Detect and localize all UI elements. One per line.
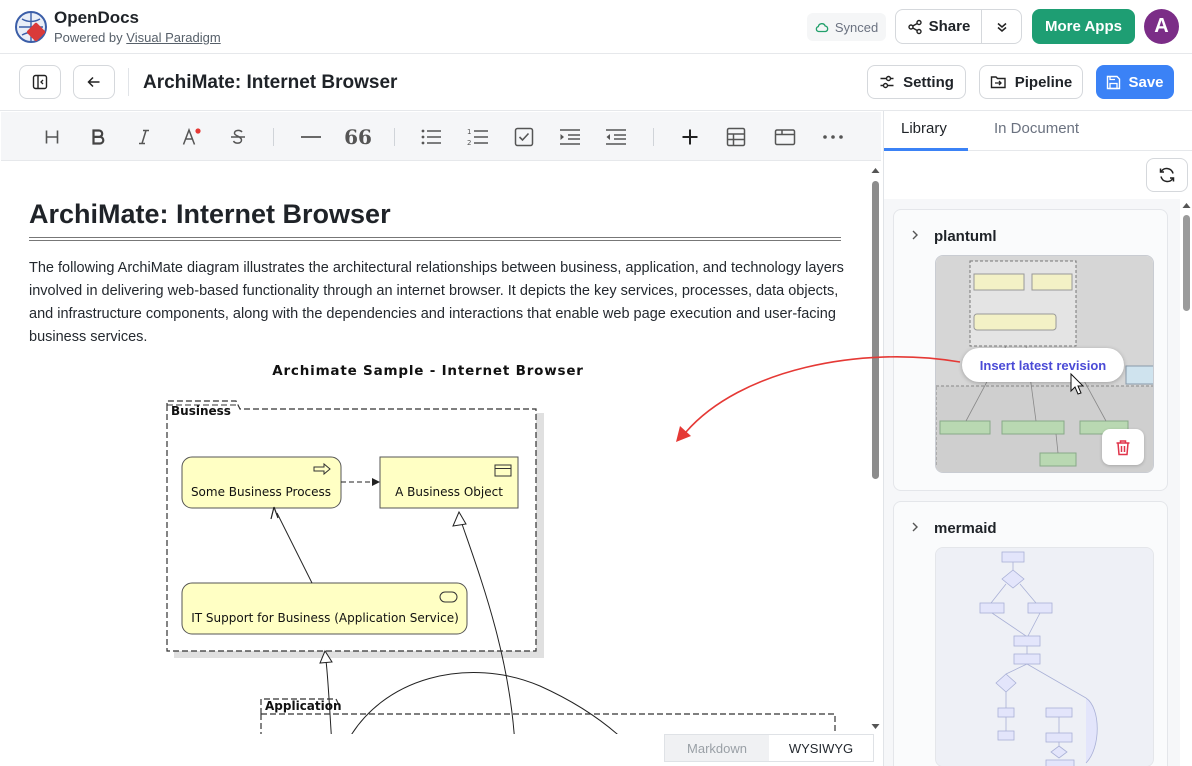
- pipeline-button[interactable]: Pipeline: [979, 65, 1083, 99]
- sync-status-badge: Synced: [807, 13, 886, 41]
- svg-text:2: 2: [467, 139, 471, 147]
- strikethrough-icon[interactable]: [226, 125, 250, 149]
- chevron-right-icon[interactable]: [910, 521, 920, 533]
- document-heading: ArchiMate: Internet Browser: [29, 199, 391, 229]
- pipeline-label: Pipeline: [1014, 73, 1073, 91]
- application-service-label: IT Support for Business (Application Ser…: [191, 611, 459, 625]
- formatting-toolbar: 66 12: [1, 112, 881, 161]
- delete-button[interactable]: [1102, 429, 1144, 465]
- business-object-label: A Business Object: [395, 485, 503, 499]
- wysiwyg-tab[interactable]: WYSIWYG: [769, 735, 873, 761]
- application-service-node[interactable]: IT Support for Business (Application Ser…: [181, 582, 468, 635]
- powered-by-prefix: Powered by: [54, 30, 123, 45]
- panel-tabs: Library In Document: [884, 111, 1192, 151]
- card-title: mermaid: [934, 520, 997, 537]
- card-title: plantuml: [934, 228, 997, 245]
- toolbar-divider: [653, 128, 654, 146]
- application-group: Application: [260, 698, 836, 734]
- share-icon: [907, 19, 922, 34]
- visual-paradigm-link[interactable]: Visual Paradigm: [126, 30, 220, 45]
- sidebar-toggle-icon: [32, 74, 48, 90]
- trash-icon: [1116, 439, 1130, 455]
- scroll-up-icon[interactable]: [1182, 202, 1191, 209]
- outdent-icon[interactable]: [604, 125, 628, 149]
- quote-icon[interactable]: 66: [344, 125, 372, 149]
- library-card-mermaid: mermaid: [893, 501, 1168, 766]
- sync-status-text: Synced: [834, 19, 879, 35]
- share-label: Share: [928, 18, 971, 35]
- font-color-icon[interactable]: [180, 125, 204, 149]
- editor-pane: 66 12 ArchiMate: Internet Browser The fo…: [0, 111, 884, 766]
- italic-icon[interactable]: [132, 125, 156, 149]
- document-content[interactable]: ArchiMate: Internet Browser The followin…: [0, 161, 868, 734]
- cloud-icon: [815, 23, 829, 33]
- horizontal-rule-icon[interactable]: [299, 125, 323, 149]
- share-button-group: Share: [895, 9, 1022, 44]
- share-dropdown-button[interactable]: [982, 10, 1021, 43]
- scroll-up-icon[interactable]: [871, 167, 880, 174]
- markdown-tab[interactable]: Markdown: [665, 735, 769, 761]
- window-icon[interactable]: [773, 125, 797, 149]
- toolbar-divider: [273, 128, 274, 146]
- bullet-list-icon[interactable]: [419, 125, 443, 149]
- indent-icon[interactable]: [558, 125, 582, 149]
- double-chevron-down-icon: [997, 22, 1006, 32]
- tab-in-document[interactable]: In Document: [994, 120, 1079, 137]
- sliders-icon: [880, 75, 894, 89]
- application-group-label: Application: [265, 699, 342, 713]
- more-icon[interactable]: [821, 125, 845, 149]
- business-object-node[interactable]: A Business Object: [379, 456, 519, 509]
- arrow-left-icon: [87, 76, 100, 88]
- document-title: ArchiMate: Internet Browser: [143, 72, 398, 93]
- user-avatar[interactable]: A: [1144, 9, 1179, 44]
- setting-button[interactable]: Setting: [867, 65, 966, 99]
- header-divider: [128, 68, 129, 96]
- active-tab-indicator: [884, 148, 968, 151]
- diagram-title: Archimate Sample - Internet Browser: [272, 363, 584, 379]
- refresh-icon: [1159, 167, 1175, 183]
- app-title: OpenDocs: [54, 8, 140, 27]
- back-button[interactable]: [73, 65, 115, 99]
- opendocs-logo[interactable]: [14, 10, 48, 44]
- archimate-diagram[interactable]: Archimate Sample - Internet Browser Busi…: [150, 356, 850, 734]
- library-panel: Library In Document plantuml mermaid: [884, 111, 1192, 766]
- library-list: plantuml mermaid: [884, 199, 1180, 766]
- plus-icon[interactable]: [678, 125, 702, 149]
- table-icon[interactable]: [724, 125, 748, 149]
- chevron-right-icon[interactable]: [910, 229, 920, 241]
- insert-latest-revision-button[interactable]: Insert latest revision: [962, 348, 1124, 382]
- mermaid-preview[interactable]: [935, 547, 1154, 766]
- bold-icon[interactable]: [86, 125, 110, 149]
- editor-mode-tabs: Markdown WYSIWYG: [664, 734, 874, 762]
- setting-label: Setting: [903, 73, 954, 91]
- save-button[interactable]: Save: [1096, 65, 1174, 99]
- task-list-icon[interactable]: [512, 125, 536, 149]
- svg-text:1: 1: [467, 128, 471, 136]
- toolbar-divider: [394, 128, 395, 146]
- refresh-button[interactable]: [1146, 158, 1188, 192]
- powered-by: Powered by Visual Paradigm: [54, 30, 221, 45]
- tab-library[interactable]: Library: [901, 120, 947, 137]
- ordered-list-icon[interactable]: 12: [466, 125, 490, 149]
- editor-scrollbar[interactable]: [868, 163, 882, 734]
- business-process-label: Some Business Process: [191, 485, 331, 499]
- business-process-node[interactable]: Some Business Process: [181, 456, 342, 509]
- editor-scroll-thumb[interactable]: [872, 181, 879, 479]
- business-group-label: Business: [171, 404, 231, 418]
- heading-icon[interactable]: [40, 125, 64, 149]
- panel-scrollbar[interactable]: [1180, 199, 1192, 766]
- toggle-sidebar-button[interactable]: [19, 65, 61, 99]
- scroll-down-icon[interactable]: [871, 723, 880, 730]
- app-header: OpenDocs Powered by Visual Paradigm Sync…: [0, 0, 1192, 54]
- mermaid-thumbnail: [936, 548, 1153, 766]
- document-paragraph: The following ArchiMate diagram illustra…: [29, 260, 844, 345]
- save-label: Save: [1128, 73, 1164, 91]
- share-button[interactable]: Share: [896, 10, 982, 43]
- heading-rule: [29, 237, 841, 241]
- more-apps-button[interactable]: More Apps: [1032, 9, 1135, 44]
- panel-scroll-thumb[interactable]: [1183, 215, 1190, 311]
- pipeline-icon: [990, 76, 1006, 89]
- document-header: ArchiMate: Internet Browser Setting Pipe…: [0, 54, 1192, 111]
- floppy-disk-icon: [1107, 75, 1121, 89]
